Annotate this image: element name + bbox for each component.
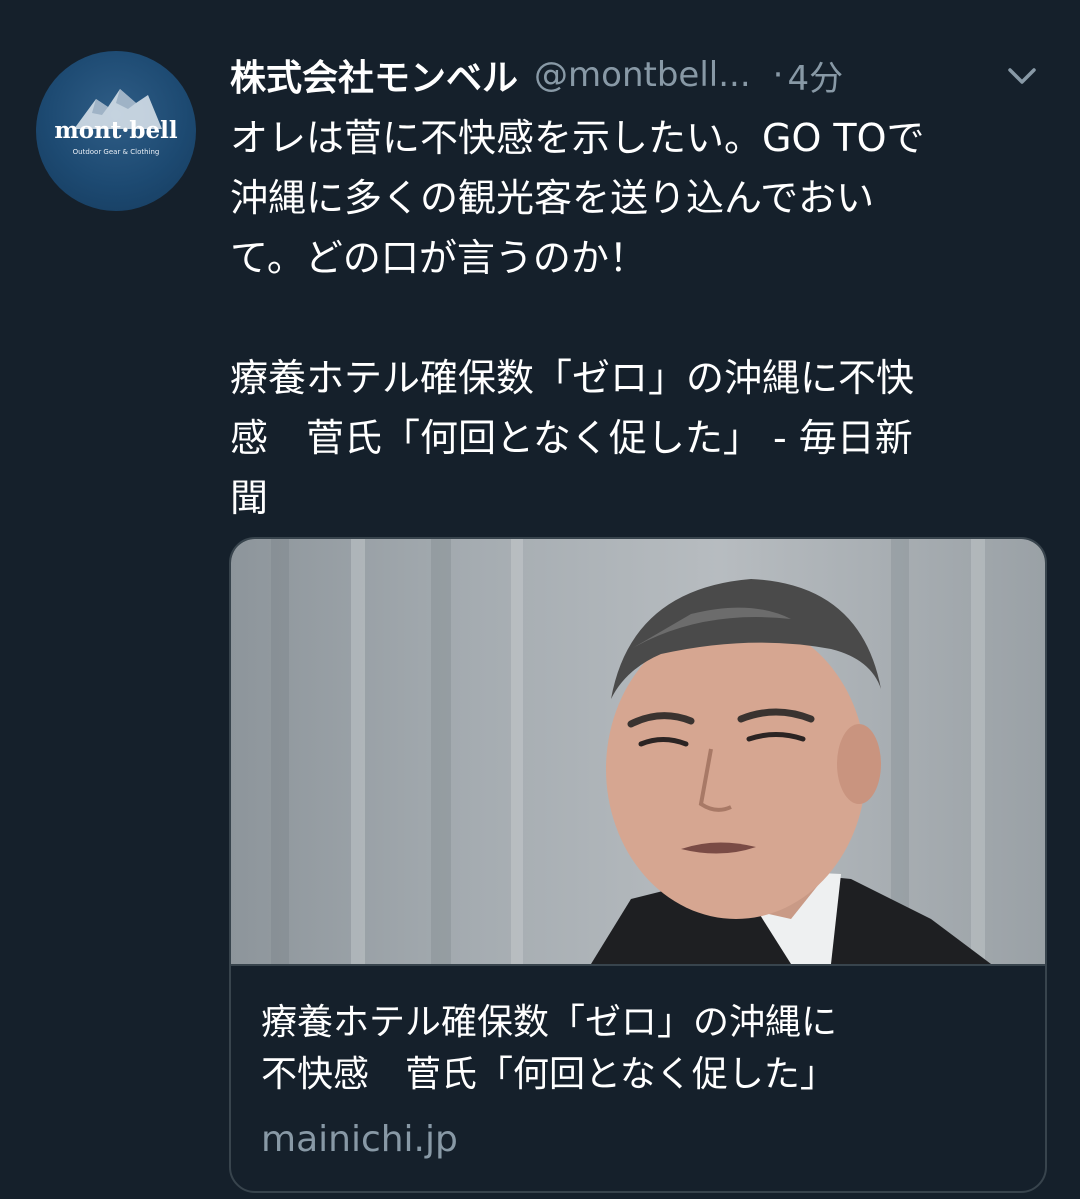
tweet-header: 株式会社モンベル @montbell... · 4分 — [230, 50, 1050, 100]
card-title[interactable]: 療養ホテル確保数「ゼロ」の沖縄に 不快感 菅氏「何回となく促した」 — [261, 997, 1021, 1101]
card-photo-illustration — [271, 539, 991, 964]
avatar-brand-text: mont·bell — [54, 117, 178, 144]
separator-dot: · — [772, 55, 784, 95]
link-card[interactable]: 療養ホテル確保数「ゼロ」の沖縄に 不快感 菅氏「何回となく促した」 mainic… — [229, 537, 1047, 1193]
card-image[interactable] — [231, 539, 1045, 964]
user-handle[interactable]: @montbell... — [534, 55, 751, 95]
display-name[interactable]: 株式会社モンベル — [230, 49, 518, 101]
avatar-tagline: Outdoor Gear & Clothing — [72, 148, 160, 156]
tweet-text: オレは菅に不快感を示したい。GO TOで 沖縄に多くの観光客を送り込んでおい て… — [230, 116, 925, 520]
card-domain[interactable]: mainichi.jp — [261, 1119, 458, 1160]
card-divider — [231, 964, 1045, 966]
avatar[interactable]: mont·bell Outdoor Gear & Clothing — [36, 51, 196, 211]
chevron-down-icon[interactable] — [1002, 56, 1042, 96]
tweet[interactable]: mont·bell Outdoor Gear & Clothing 株式会社モン… — [0, 0, 1080, 1199]
timestamp[interactable]: 4分 — [787, 51, 843, 100]
